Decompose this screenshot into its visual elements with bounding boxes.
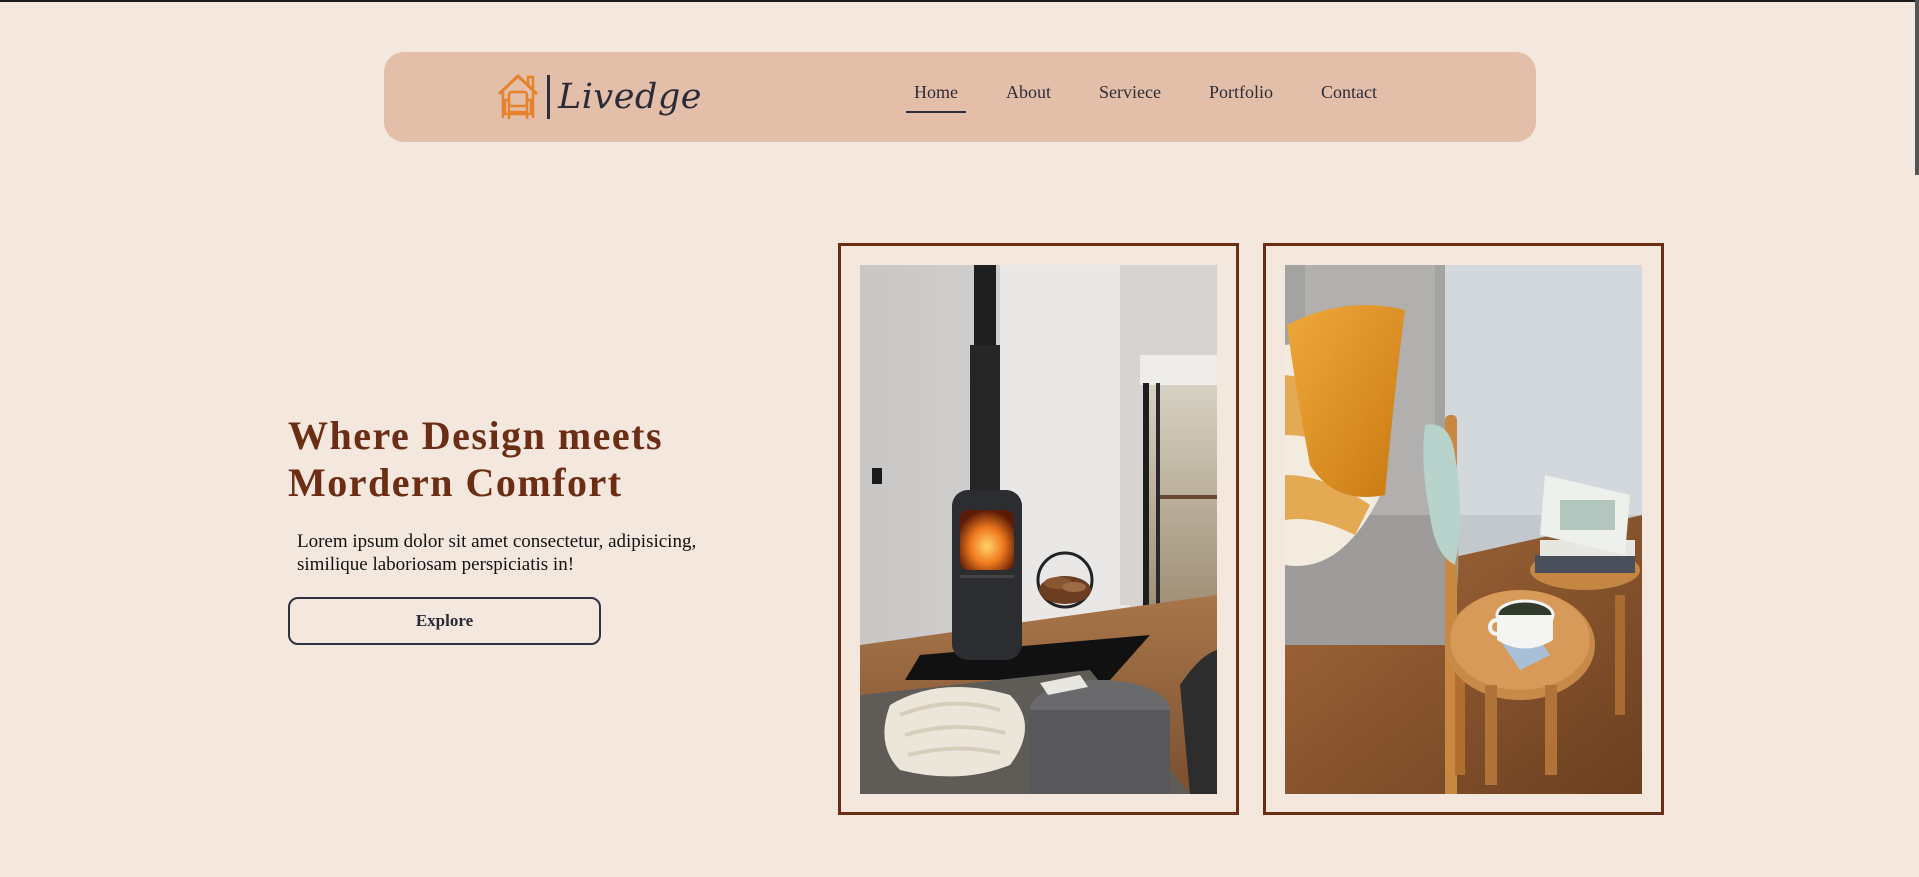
nav-link-home[interactable]: Home bbox=[906, 82, 966, 113]
brand-divider bbox=[547, 75, 550, 119]
page-scrollbar[interactable] bbox=[1915, 0, 1919, 175]
hero-title: Where Design meets Mordern Comfort bbox=[288, 412, 788, 506]
hero-subtitle: Lorem ipsum dolor sit amet consectetur, … bbox=[297, 531, 697, 575]
gallery-frame-2 bbox=[1263, 243, 1664, 815]
explore-button[interactable]: Explore bbox=[288, 597, 601, 645]
nav-link-about[interactable]: About bbox=[998, 82, 1059, 113]
gallery-frame-1 bbox=[838, 243, 1239, 815]
nav-link-contact[interactable]: Contact bbox=[1313, 82, 1385, 113]
armchair-image bbox=[1285, 265, 1642, 794]
nav-link-services[interactable]: Serviece bbox=[1091, 82, 1169, 113]
hero-title-line-2: Mordern Comfort bbox=[288, 460, 623, 505]
fireplace-room-image bbox=[860, 265, 1217, 794]
navbar: Livedge Home About Serviece Portfolio Co… bbox=[384, 52, 1536, 142]
brand-logo[interactable]: Livedge bbox=[495, 69, 702, 125]
house-armchair-icon bbox=[497, 74, 539, 119]
brand-name: Livedge bbox=[558, 76, 702, 117]
hero-title-line-1: Where Design meets bbox=[288, 413, 664, 458]
main-nav: Home About Serviece Portfolio Contact bbox=[906, 82, 1417, 113]
nav-link-portfolio[interactable]: Portfolio bbox=[1201, 82, 1281, 113]
top-border bbox=[0, 0, 1919, 2]
